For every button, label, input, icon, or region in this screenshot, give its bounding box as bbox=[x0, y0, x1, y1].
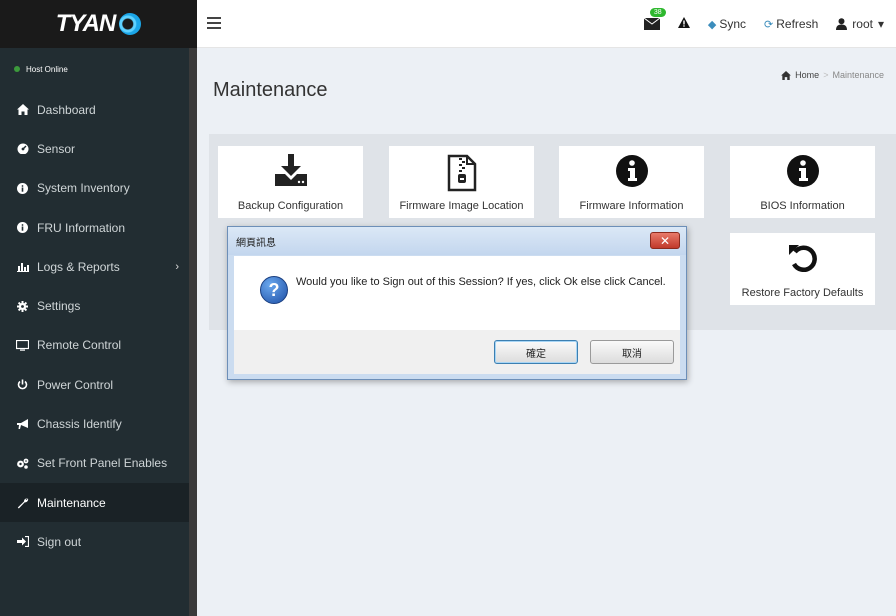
user-icon bbox=[836, 18, 848, 30]
monitor-icon bbox=[16, 339, 29, 351]
ok-button[interactable]: 確定 bbox=[494, 340, 578, 364]
home-icon bbox=[781, 70, 792, 80]
download-icon bbox=[273, 154, 309, 191]
logo-mark-icon bbox=[119, 13, 142, 35]
logo-text: TYAN bbox=[55, 10, 117, 37]
sidebar-item-label: Maintenance bbox=[37, 495, 106, 510]
host-status-label: Host Online bbox=[26, 64, 68, 74]
sidebar-item-label: Sensor bbox=[37, 141, 76, 156]
sidebar-item-label: Chassis Identify bbox=[37, 417, 122, 432]
tile-firmware-information[interactable]: Firmware Information bbox=[559, 146, 704, 218]
gears-icon bbox=[16, 458, 29, 469]
sidebar-item-sensor[interactable]: Sensor bbox=[0, 129, 197, 168]
sign-out-dialog: 網頁訊息 ✕ ? Would you like to Sign out of t… bbox=[227, 226, 687, 380]
zip-file-icon bbox=[447, 154, 477, 195]
breadcrumb-current: Maintenance bbox=[832, 70, 884, 80]
tile-firmware-image-location[interactable]: Firmware Image Location bbox=[389, 146, 534, 218]
info-circle-icon bbox=[615, 154, 649, 191]
top-header: 38 ◆ Sync ⟳ Refresh root ▾ bbox=[197, 0, 896, 48]
breadcrumb-separator: > bbox=[823, 70, 829, 80]
envelope-icon bbox=[643, 18, 660, 30]
tile-restore-factory-defaults[interactable]: Restore Factory Defaults bbox=[730, 233, 875, 305]
sidebar-item-settings[interactable]: Settings bbox=[0, 286, 197, 325]
sidebar-item-fru-information[interactable]: FRU Information bbox=[0, 208, 197, 247]
sync-label: Sync bbox=[719, 17, 747, 31]
notification-count-badge: 38 bbox=[649, 8, 666, 17]
sidebar-item-set-front-panel-enables[interactable]: Set Front Panel Enables bbox=[0, 444, 197, 483]
home-icon bbox=[16, 104, 29, 116]
question-icon: ? bbox=[260, 276, 288, 304]
sidebar-item-dashboard[interactable]: Dashboard bbox=[0, 90, 197, 129]
tile-label: Firmware Information bbox=[579, 200, 684, 212]
host-status: Host Online bbox=[0, 48, 197, 90]
power-icon bbox=[16, 379, 29, 390]
info-icon bbox=[16, 182, 29, 194]
sidebar-item-power-control[interactable]: Power Control bbox=[0, 365, 197, 404]
sidebar: TYAN Host Online Dashboard Sensor System… bbox=[0, 0, 197, 616]
sidebar-item-logs-reports[interactable]: Logs & Reports › bbox=[0, 247, 197, 286]
sidebar-item-label: Set Front Panel Enables bbox=[37, 456, 168, 471]
sync-icon: ◆ bbox=[707, 18, 717, 31]
sidebar-item-label: Power Control bbox=[37, 377, 114, 392]
alert-icon[interactable] bbox=[677, 17, 690, 31]
tile-bios-information[interactable]: BIOS Information bbox=[730, 146, 875, 218]
notifications-button[interactable]: 38 bbox=[643, 8, 666, 30]
dialog-body: ? Would you like to Sign out of this Ses… bbox=[234, 256, 680, 330]
breadcrumb: Home > Maintenance bbox=[781, 70, 884, 80]
chevron-right-icon: › bbox=[175, 260, 179, 273]
sidebar-item-system-inventory[interactable]: System Inventory bbox=[0, 169, 197, 208]
sidebar-item-label: FRU Information bbox=[37, 220, 126, 235]
sign-out-icon bbox=[16, 536, 29, 548]
cancel-button[interactable]: 取消 bbox=[590, 340, 674, 364]
tile-backup-configuration[interactable]: Backup Configuration bbox=[218, 146, 363, 218]
sync-button[interactable]: ◆ Sync bbox=[708, 17, 746, 31]
dialog-close-button[interactable]: ✕ bbox=[650, 232, 680, 249]
sidebar-item-label: Settings bbox=[37, 299, 81, 314]
wrench-icon bbox=[16, 497, 29, 509]
tile-label: BIOS Information bbox=[760, 200, 845, 212]
menu-toggle-icon[interactable] bbox=[207, 17, 221, 29]
bullhorn-icon bbox=[16, 418, 29, 430]
gauge-icon bbox=[16, 143, 29, 155]
refresh-label: Refresh bbox=[776, 17, 819, 31]
dialog-title: 網頁訊息 bbox=[236, 237, 276, 249]
sidebar-item-remote-control[interactable]: Remote Control bbox=[0, 326, 197, 365]
info-circle-icon bbox=[786, 154, 820, 191]
user-menu[interactable]: root ▾ bbox=[836, 17, 884, 31]
sidebar-item-maintenance[interactable]: Maintenance bbox=[0, 482, 197, 523]
tile-label: Restore Factory Defaults bbox=[741, 287, 864, 299]
dialog-footer: 確定 取消 bbox=[234, 330, 680, 374]
brand-logo[interactable]: TYAN bbox=[0, 0, 197, 48]
page-title: Maintenance bbox=[213, 79, 328, 101]
user-label: root bbox=[852, 17, 873, 31]
breadcrumb-home-link[interactable]: Home bbox=[795, 70, 819, 80]
refresh-icon: ⟳ bbox=[764, 18, 774, 31]
sidebar-item-label: Remote Control bbox=[37, 338, 122, 353]
sidebar-item-label: Sign out bbox=[37, 534, 82, 549]
sidebar-item-label: System Inventory bbox=[37, 181, 130, 196]
bar-chart-icon bbox=[16, 262, 29, 272]
sidebar-item-label: Dashboard bbox=[37, 102, 96, 117]
undo-icon bbox=[786, 241, 820, 278]
sidebar-item-label: Logs & Reports bbox=[37, 259, 120, 274]
refresh-button[interactable]: ⟳ Refresh bbox=[764, 17, 818, 31]
sidebar-item-sign-out[interactable]: Sign out bbox=[0, 522, 197, 561]
caret-down-icon: ▾ bbox=[877, 17, 884, 31]
dialog-title-bar[interactable]: 網頁訊息 bbox=[228, 227, 686, 255]
sidebar-item-chassis-identify[interactable]: Chassis Identify bbox=[0, 404, 197, 443]
sidebar-scrollbar[interactable] bbox=[189, 48, 197, 616]
close-icon: ✕ bbox=[659, 233, 671, 248]
info-icon bbox=[16, 222, 29, 234]
dialog-message: Would you like to Sign out of this Sessi… bbox=[296, 276, 666, 288]
tile-label: Backup Configuration bbox=[237, 200, 344, 212]
tile-label: Firmware Image Location bbox=[399, 200, 524, 212]
gear-icon bbox=[16, 300, 29, 312]
status-dot-icon bbox=[14, 66, 20, 72]
